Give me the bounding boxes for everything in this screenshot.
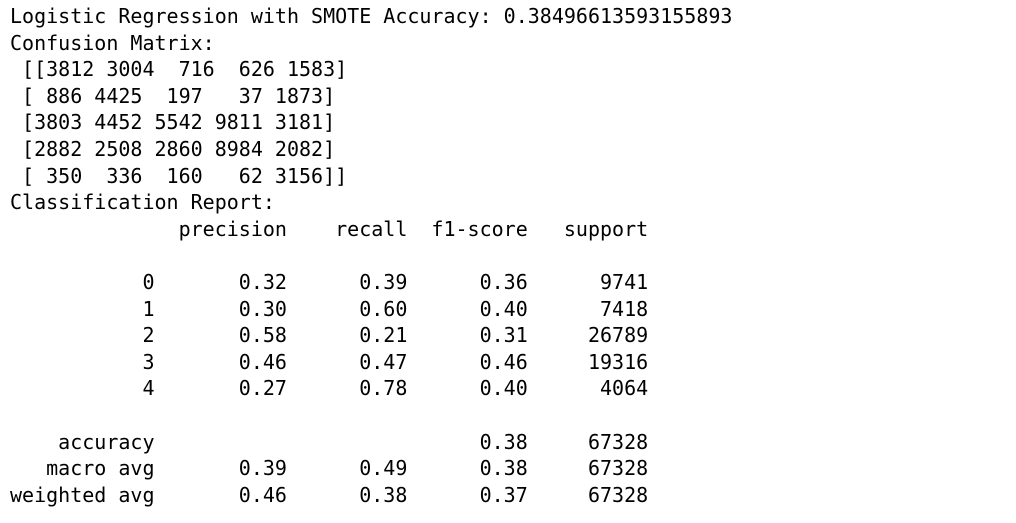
report-class-row: 4 0.27 0.78 0.40 4064	[10, 376, 649, 401]
console-output: Logistic Regression with SMOTE Accuracy:…	[10, 3, 732, 508]
confusion-matrix-row: [2882 2508 2860 8984 2082]	[10, 136, 336, 161]
report-header-row: precision recall f1-score support	[10, 216, 649, 241]
report-accuracy-row: accuracy 0.38 67328	[10, 429, 649, 454]
confusion-matrix-row: [ 350 336 160 62 3156]]	[10, 163, 348, 188]
confusion-matrix-heading: Confusion Matrix:	[10, 30, 215, 55]
report-class-row: 1 0.30 0.60 0.40 7418	[10, 296, 649, 321]
report-class-row: 0 0.32 0.39 0.36 9741	[10, 269, 649, 294]
accuracy-line: Logistic Regression with SMOTE Accuracy:…	[10, 4, 733, 28]
confusion-matrix-row: [[3812 3004 716 626 1583]	[10, 57, 348, 82]
confusion-matrix-row: [3803 4452 5542 9811 3181]	[10, 110, 336, 135]
report-class-row: 2 0.58 0.21 0.31 26789	[10, 323, 649, 348]
report-weighted-avg-row: weighted avg 0.46 0.38 0.37 67328	[10, 482, 649, 507]
confusion-matrix-row: [ 886 4425 197 37 1873]	[10, 83, 336, 108]
classification-report-heading: Classification Report:	[10, 190, 275, 215]
report-macro-avg-row: macro avg 0.39 0.49 0.38 67328	[10, 456, 649, 481]
report-class-row: 3 0.46 0.47 0.46 19316	[10, 349, 649, 374]
